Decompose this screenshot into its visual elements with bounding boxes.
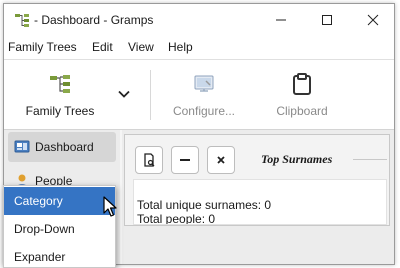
top-surnames-gramplet: Top Surnames Total unique surnames: 0 To… (124, 134, 390, 226)
toolbar: Family Trees Configure... Clipboard (4, 60, 394, 130)
family-trees-dropdown-button[interactable] (116, 86, 132, 102)
sidebar-item-dashboard-label: Dashboard (35, 140, 94, 154)
clipboard-button[interactable]: Clipboard (262, 60, 342, 130)
family-trees-icon (50, 75, 70, 93)
maximize-button[interactable] (304, 4, 350, 36)
configure-icon (194, 75, 214, 92)
chevron-down-icon (118, 90, 130, 98)
dashboard-icon (14, 140, 30, 153)
close-button[interactable] (350, 4, 394, 36)
configure-button[interactable]: Configure... (164, 60, 244, 130)
close-icon (217, 156, 225, 164)
mouse-cursor-icon (103, 196, 117, 217)
family-trees-button[interactable]: Family Trees (12, 60, 108, 130)
close-icon (367, 14, 379, 26)
sidebar-item-dashboard[interactable]: Dashboard (8, 132, 116, 162)
window-title: - Dashboard - Gramps (34, 13, 154, 27)
gramps-app-icon (15, 14, 29, 27)
total-surnames-text: Total unique surnames: 0 (137, 198, 272, 212)
total-people-text: Total people: 0 (137, 212, 216, 225)
menu-view[interactable]: View (128, 40, 154, 54)
menu-bar: Family Trees Edit View Help (4, 36, 394, 60)
minimize-icon (276, 19, 286, 21)
toolbar-separator (150, 70, 151, 120)
menu-edit[interactable]: Edit (92, 40, 113, 54)
maximize-icon (322, 15, 332, 25)
gramplet-title: Top Surnames (261, 152, 333, 166)
menu-family-trees[interactable]: Family Trees (8, 40, 77, 54)
title-bar[interactable]: - Dashboard - Gramps (4, 4, 394, 36)
family-trees-label: Family Trees (25, 104, 95, 118)
properties-icon (144, 153, 155, 167)
minimize-button[interactable] (258, 4, 304, 36)
sidebar-type-dropdown: Category Drop-Down Expander (3, 185, 116, 268)
gramplet-minimize-button[interactable] (171, 146, 199, 174)
minimize-icon (180, 159, 190, 161)
gramplet-close-button[interactable] (207, 146, 235, 174)
menu-help[interactable]: Help (168, 40, 193, 54)
gramplet-body: Total unique surnames: 0 Total people: 0 (133, 179, 387, 225)
clipboard-label: Clipboard (276, 104, 328, 118)
gramplet-properties-button[interactable] (135, 146, 163, 174)
dropdown-item-drop-down[interactable]: Drop-Down (4, 215, 115, 243)
clipboard-icon (293, 73, 311, 95)
configure-label: Configure... (172, 104, 236, 118)
gramplet-title-rule (353, 159, 387, 160)
dashboard-area: Top Surnames Total unique surnames: 0 To… (122, 130, 394, 264)
dropdown-item-category[interactable]: Category (4, 187, 115, 215)
dropdown-item-expander[interactable]: Expander (4, 243, 115, 268)
